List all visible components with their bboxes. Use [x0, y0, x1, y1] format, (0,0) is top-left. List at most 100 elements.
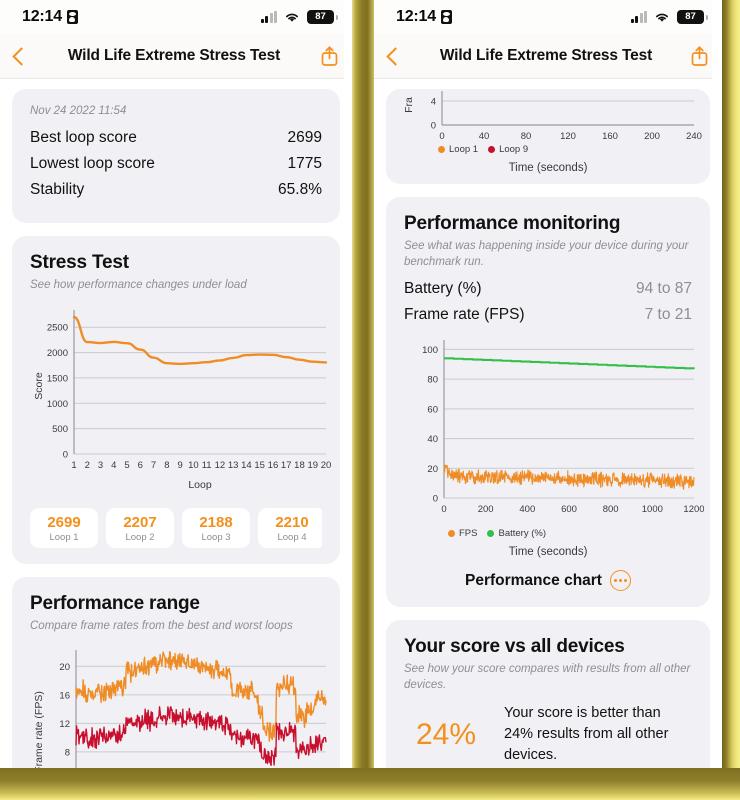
- legend-label: Battery (%): [498, 528, 546, 540]
- legend-item: FPS: [448, 528, 477, 539]
- cellular-signal-icon: [630, 11, 647, 23]
- svg-text:15: 15: [254, 460, 265, 471]
- monitoring-legend: FPS Battery (%): [448, 528, 692, 539]
- monitoring-row: Frame rate (FPS) 7 to 21: [404, 306, 692, 324]
- svg-text:Score: Score: [33, 372, 45, 400]
- svg-text:0: 0: [441, 504, 446, 515]
- right-phone-pane: 12:14 87 Wild Life Extreme Stress Test 4…: [374, 0, 722, 800]
- summary-row-label: Lowest loop score: [30, 155, 155, 172]
- left-phone-pane: 12:14 87 Wild Life Extreme Stress Test N…: [0, 0, 352, 800]
- loop-chart-xtitle: Time (seconds): [508, 162, 588, 174]
- score-vs-devices-subtitle: See how your score compares with results…: [404, 663, 691, 691]
- back-button[interactable]: [0, 34, 42, 78]
- wifi-icon: [284, 11, 300, 23]
- stress-test-chart[interactable]: 0 500 1000 1500 2000 2500 1 2 3 4 5 6 7 8 9 10 11 12 13 14 1…: [30, 304, 331, 496]
- svg-text:0: 0: [431, 121, 436, 132]
- svg-text:16: 16: [59, 691, 70, 702]
- svg-text:240: 240: [686, 131, 702, 142]
- svg-text:1200: 1200: [683, 504, 704, 515]
- stress-test-subtitle: See how performance changes under load: [30, 279, 247, 291]
- summary-row: Stability 65.8%: [30, 181, 322, 199]
- summary-row-label: Best loop score: [30, 129, 137, 146]
- svg-text:Loop: Loop: [188, 479, 212, 491]
- loop-score-chips[interactable]: 2699 Loop 1 2207 Loop 2 2188 Loop 3 2210…: [30, 507, 322, 548]
- legend-item: Loop 9: [488, 144, 528, 155]
- monitoring-row-value: 94 to 87: [635, 280, 692, 298]
- loop-comparison-chart-clipped[interactable]: 4 0 0 40 80 120 160 200 240 Fra: [402, 91, 702, 143]
- summary-row-value: 65.8%: [278, 181, 322, 198]
- summary-row: Lowest loop score 1775: [30, 155, 322, 173]
- svg-text:0: 0: [63, 449, 68, 460]
- cellular-signal-icon: [260, 11, 277, 23]
- legend-dot-loop9: [488, 146, 496, 153]
- svg-text:500: 500: [52, 424, 68, 435]
- svg-text:Frame rate (FPS): Frame rate (FPS): [33, 691, 45, 773]
- left-scroll-content[interactable]: Nov 24 2022 11:54 Best loop score 2699 L…: [0, 79, 352, 800]
- svg-text:120: 120: [560, 131, 576, 142]
- svg-text:60: 60: [427, 404, 438, 415]
- performance-range-subtitle: Compare frame rates from the best and wo…: [30, 619, 293, 632]
- stress-test-title: Stress Test: [30, 252, 129, 273]
- loop-chip[interactable]: 2699 Loop 1: [30, 507, 98, 548]
- status-bar-left: 12:14: [22, 8, 78, 26]
- svg-text:8: 8: [164, 460, 169, 471]
- right-scroll-content[interactable]: 4 0 0 40 80 120 160 200 240 Fra Loop 1 Loop 9 Tim…: [374, 79, 722, 800]
- svg-text:10: 10: [188, 460, 199, 471]
- monitoring-row-label: Frame rate (FPS): [404, 306, 525, 324]
- svg-text:200: 200: [644, 131, 660, 142]
- svg-text:16: 16: [268, 460, 279, 471]
- svg-text:17: 17: [281, 460, 292, 471]
- percentile-value: 24%: [415, 717, 477, 751]
- share-icon: [321, 46, 337, 66]
- svg-text:20: 20: [427, 464, 438, 475]
- legend-dot-battery: [487, 530, 495, 538]
- legend-dot-loop1: [438, 146, 445, 153]
- svg-text:9: 9: [177, 460, 182, 471]
- status-time: 12:14: [22, 8, 62, 25]
- screen-record-icon: [440, 10, 452, 24]
- svg-text:2000: 2000: [47, 348, 68, 359]
- status-bar-right: 87: [260, 10, 338, 24]
- svg-text:3: 3: [98, 460, 103, 471]
- loop-chip-score: 2188: [199, 513, 233, 531]
- back-button[interactable]: [374, 34, 416, 78]
- loop-chip[interactable]: 2210 Loop 4: [258, 507, 322, 548]
- svg-text:12: 12: [59, 719, 70, 730]
- svg-text:6: 6: [138, 460, 143, 471]
- svg-text:0: 0: [439, 131, 444, 142]
- battery-level: 87: [315, 11, 326, 23]
- svg-text:2500: 2500: [47, 322, 68, 333]
- page-title: Wild Life Extreme Stress Test: [439, 47, 653, 64]
- score-vs-devices-title: Your score vs all devices: [404, 636, 625, 658]
- performance-monitoring-title: Performance monitoring: [404, 213, 621, 234]
- svg-text:19: 19: [307, 460, 318, 471]
- svg-text:200: 200: [478, 504, 494, 515]
- svg-text:2: 2: [85, 460, 90, 471]
- legend-item: Loop 1: [438, 144, 478, 155]
- summary-row-value: 2699: [287, 129, 322, 146]
- battery-icon: 87: [677, 10, 708, 24]
- summary-row-label: Stability: [30, 181, 85, 198]
- monitoring-row-value: 7 to 21: [644, 306, 692, 324]
- loop-chip[interactable]: 2207 Loop 2: [106, 507, 174, 548]
- svg-text:600: 600: [561, 504, 577, 515]
- stress-test-card: Stress Test See how performance changes …: [12, 236, 340, 564]
- svg-text:4: 4: [431, 97, 436, 108]
- svg-text:800: 800: [603, 504, 619, 515]
- performance-chart-button[interactable]: Performance chart: [404, 570, 692, 592]
- monitoring-xtitle: Time (seconds): [508, 546, 588, 559]
- svg-text:0: 0: [433, 494, 438, 505]
- page-title: Wild Life Extreme Stress Test: [67, 47, 281, 64]
- svg-text:1500: 1500: [47, 373, 68, 384]
- status-bar-right: 87: [630, 10, 708, 24]
- loop-chip[interactable]: 2188 Loop 3: [182, 507, 250, 548]
- summary-row: Best loop score 2699: [30, 129, 322, 147]
- loop-chart-legend: Loop 1 Loop 9: [438, 144, 694, 155]
- svg-text:5: 5: [124, 460, 129, 471]
- ellipsis-circle-icon: [609, 570, 631, 592]
- chevron-left-icon: [385, 46, 405, 66]
- performance-monitoring-subtitle: See what was happening inside your devic…: [404, 240, 689, 268]
- gold-border-right: [722, 0, 740, 800]
- loop-chip-score: 2699: [47, 513, 81, 531]
- performance-monitoring-chart[interactable]: 0 20 40 60 80 100 0 200 400 600 800 1000 1200: [404, 332, 704, 528]
